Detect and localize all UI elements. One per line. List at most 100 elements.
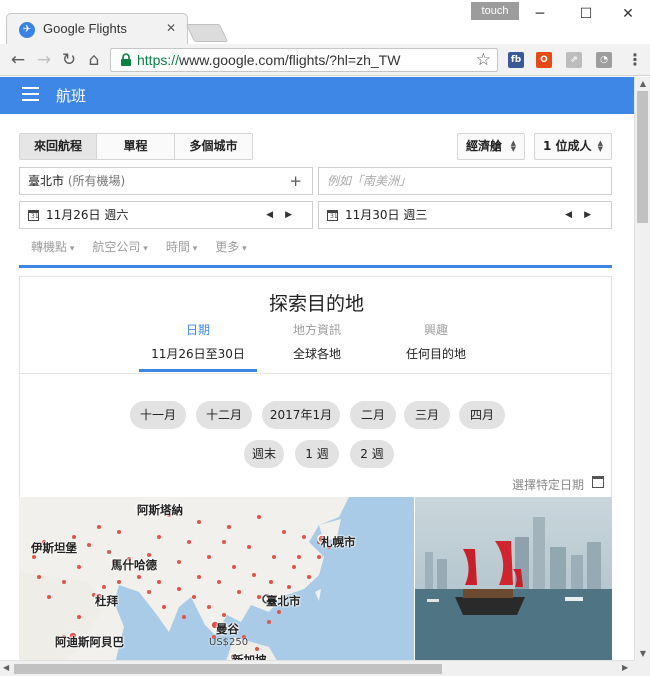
- airport-dot: [272, 555, 276, 559]
- menu-icon[interactable]: [22, 87, 39, 101]
- bookmark-star-icon[interactable]: ☆: [476, 50, 491, 70]
- divider: [20, 373, 613, 374]
- scroll-up-icon[interactable]: ▲: [635, 79, 650, 88]
- airport-dot: [77, 615, 81, 619]
- filter-more[interactable]: 更多: [215, 238, 246, 255]
- map-label-mashhad[interactable]: 馬什哈德: [111, 557, 157, 573]
- destination-map[interactable]: 阿斯塔納 札幌市 伊斯坦堡 馬什哈德 杜拜 臺北市 阿迪斯阿貝巴 曼谷 US$2…: [19, 497, 414, 660]
- airport-dot: [157, 580, 161, 584]
- url-text: https://www.google.com/flights/?hl=zh_TW: [137, 52, 401, 68]
- hong-kong-junk-photo: [415, 517, 612, 660]
- month-chip[interactable]: 四月: [459, 401, 505, 429]
- month-chip[interactable]: 三月: [404, 401, 450, 429]
- passengers-select[interactable]: 1 位成人 ▲ ▼: [534, 133, 612, 160]
- airport-dot: [197, 575, 201, 579]
- scroll-left-icon[interactable]: ◀: [3, 663, 9, 672]
- map-label-taipei[interactable]: 臺北市: [266, 593, 301, 609]
- airport-dot: [187, 540, 191, 544]
- browser-menu-icon[interactable]: ⋮: [627, 50, 643, 69]
- return-date-field[interactable]: 31 11月30日 週三 ◀▶: [318, 201, 612, 229]
- month-chip[interactable]: 2017年1月: [262, 401, 340, 429]
- page-content: 航班 來回航程 單程 多個城市 經濟艙 ▲ ▼ 1 位成人 ▲ ▼ 臺北市 (所有機…: [0, 77, 634, 660]
- date-stepper-arrows[interactable]: ◀▶: [565, 202, 603, 228]
- minimize-button[interactable]: ─: [520, 2, 560, 26]
- scroll-thumb[interactable]: [14, 664, 442, 674]
- airport-dot: [247, 545, 251, 549]
- map-label-bangkok[interactable]: 曼谷: [216, 621, 239, 637]
- trip-round-button[interactable]: 來回航程: [20, 134, 97, 159]
- airport-dot: [269, 580, 273, 584]
- airport-dot: [37, 575, 41, 579]
- scroll-right-icon[interactable]: ▶: [622, 663, 628, 672]
- close-icon[interactable]: ✕: [163, 20, 179, 36]
- filter-airlines[interactable]: 航空公司: [92, 238, 147, 255]
- airport-dot: [117, 530, 121, 534]
- office-extension-icon[interactable]: O: [536, 52, 552, 68]
- close-window-button[interactable]: ✕: [608, 2, 648, 26]
- map-label-addis[interactable]: 阿迪斯阿貝巴: [55, 634, 124, 650]
- month-chip[interactable]: 十二月: [196, 401, 252, 429]
- depart-date-field[interactable]: 31 11月26日 週六 ◀▶: [19, 201, 313, 229]
- map-label-istanbul[interactable]: 伊斯坦堡: [31, 540, 77, 556]
- airport-dot: [182, 615, 186, 619]
- airport-dot: [107, 550, 111, 554]
- pick-specific-date-link[interactable]: 選擇特定日期: [512, 476, 584, 493]
- vertical-scrollbar[interactable]: ▲ ▼: [634, 77, 650, 660]
- forward-icon[interactable]: →: [32, 48, 56, 72]
- map-label-sapporo[interactable]: 札幌市: [321, 534, 356, 550]
- airport-dot: [147, 590, 151, 594]
- trip-multicity-button[interactable]: 多個城市: [175, 134, 252, 159]
- explore-tab-dates[interactable]: 日期 11月26日至30日: [139, 321, 257, 362]
- airport-dot: [302, 535, 306, 539]
- maximize-button[interactable]: ☐: [566, 2, 606, 26]
- lock-icon: [121, 53, 131, 66]
- facebook-extension-icon[interactable]: fb: [508, 52, 524, 68]
- add-origin-icon[interactable]: +: [289, 168, 302, 194]
- airport-dot: [282, 530, 286, 534]
- home-icon[interactable]: ⌂: [82, 48, 106, 72]
- browser-titlebar: ✈ Google Flights ✕ touch ─ ☐ ✕: [0, 0, 650, 44]
- address-bar[interactable]: https://www.google.com/flights/?hl=zh_TW…: [110, 48, 498, 72]
- airport-dot: [62, 580, 66, 584]
- airport-dot: [287, 585, 291, 589]
- airport-dot: [292, 565, 296, 569]
- origin-field[interactable]: 臺北市 (所有機場) +: [19, 167, 313, 195]
- calendar-icon[interactable]: [592, 476, 604, 488]
- airport-dot: [257, 515, 261, 519]
- duration-chip[interactable]: 週末: [244, 440, 284, 468]
- airport-dot: [137, 575, 141, 579]
- map-label-singapore[interactable]: 新加坡: [232, 652, 267, 660]
- airport-dot: [227, 525, 231, 529]
- share-extension-icon[interactable]: ⇗: [566, 52, 582, 68]
- explore-tab-place[interactable]: 地方資訊 全球各地: [258, 321, 376, 362]
- compass-extension-icon[interactable]: ◔: [596, 52, 612, 68]
- map-label-astana[interactable]: 阿斯塔納: [137, 502, 183, 518]
- reload-icon[interactable]: ↻: [57, 48, 81, 72]
- explore-title: 探索目的地: [268, 293, 364, 315]
- destination-photo[interactable]: [415, 497, 612, 660]
- calendar-icon: 31: [28, 210, 39, 221]
- browser-tab[interactable]: ✈ Google Flights ✕: [6, 13, 188, 44]
- scroll-down-icon[interactable]: ▼: [635, 649, 650, 658]
- month-chip[interactable]: 二月: [350, 401, 396, 429]
- trip-oneway-button[interactable]: 單程: [97, 134, 175, 159]
- airport-dot: [87, 543, 91, 547]
- month-chip[interactable]: 十一月: [130, 401, 186, 429]
- airport-dot: [252, 573, 256, 577]
- new-tab-button[interactable]: [185, 24, 229, 42]
- filter-times[interactable]: 時間: [166, 238, 197, 255]
- duration-chip[interactable]: 2 週: [350, 440, 394, 468]
- horizontal-scrollbar[interactable]: ◀ ▶: [0, 660, 634, 676]
- airport-dot: [297, 555, 301, 559]
- airport-dot: [207, 605, 211, 609]
- airport-dot: [177, 587, 181, 591]
- duration-chip[interactable]: 1 週: [295, 440, 339, 468]
- map-label-dubai[interactable]: 杜拜: [95, 593, 118, 609]
- explore-tab-interest[interactable]: 興趣 任何目的地: [377, 321, 495, 362]
- cabin-select[interactable]: 經濟艙 ▲ ▼: [457, 133, 525, 160]
- destination-field[interactable]: 例如「南美洲」: [318, 167, 612, 195]
- scroll-thumb[interactable]: [637, 91, 648, 223]
- date-stepper-arrows[interactable]: ◀▶: [266, 202, 304, 228]
- filter-stops[interactable]: 轉機點: [31, 238, 74, 255]
- back-icon[interactable]: ←: [6, 48, 30, 72]
